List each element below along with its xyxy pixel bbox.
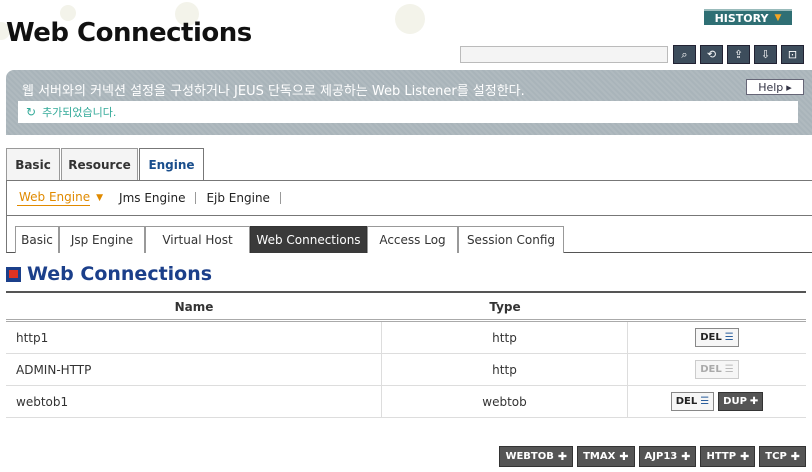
cell-actions: DEL ☰ — [628, 354, 806, 385]
main-tabs: Basic Resource Engine — [6, 148, 205, 181]
cell-name[interactable]: webtob1 — [6, 386, 382, 417]
info-box: 웹 서버와의 커넥션 설정을 구성하거나 JEUS 단독으로 제공하는 Web … — [6, 70, 812, 135]
help-label: Help — [758, 80, 784, 94]
cell-actions: DEL ☰ — [628, 322, 806, 353]
add-http-button[interactable]: HTTP ✚ — [700, 446, 756, 467]
page-description: 웹 서버와의 커넥션 설정을 구성하거나 JEUS 단독으로 제공하는 Web … — [22, 84, 525, 99]
search-icon[interactable]: ⌕ — [673, 45, 696, 64]
table-row: webtob1 webtob DEL ☰ DUP ✚ — [6, 386, 806, 418]
add-tcp-button[interactable]: TCP ✚ — [759, 446, 806, 467]
table-header: Name Type — [6, 294, 806, 322]
duplicate-button[interactable]: DUP ✚ — [718, 392, 764, 411]
search-input[interactable] — [460, 46, 668, 63]
add-tmax-button[interactable]: TMAX ✚ — [577, 446, 635, 467]
subtab-virtual-host[interactable]: Virtual Host — [145, 226, 250, 253]
import-xml-icon[interactable]: ⇩ — [754, 45, 777, 64]
add-webtob-button[interactable]: WEBTOB ✚ — [499, 446, 574, 467]
plus-icon: ✚ — [557, 450, 568, 463]
page-title: Web Connections — [6, 18, 252, 48]
cell-type: webtob — [382, 386, 628, 417]
tab-resource[interactable]: Resource — [61, 148, 138, 180]
status-message: 추가되었습니다. — [42, 106, 117, 119]
add-ajp13-button[interactable]: AJP13 ✚ — [638, 446, 697, 467]
lock-icon[interactable]: ⊡ — [781, 45, 804, 64]
column-header-type: Type — [489, 299, 521, 314]
divider — [279, 192, 281, 204]
help-button[interactable]: Help ▸ — [746, 79, 804, 95]
decoration — [395, 4, 425, 34]
subtab-basic[interactable]: Basic — [15, 226, 59, 253]
add-http-label: HTTP — [706, 451, 737, 462]
plus-icon: ✚ — [790, 450, 800, 463]
cell-type: http — [382, 322, 628, 353]
stack-icon: ☰ — [724, 332, 734, 343]
cell-name[interactable]: http1 — [6, 322, 382, 353]
table-row: ADMIN-HTTP http DEL ☰ — [6, 354, 806, 386]
help-icon: ▸ — [786, 80, 792, 94]
cell-type: http — [382, 354, 628, 385]
delete-button[interactable]: DEL ☰ — [670, 392, 715, 411]
history-button[interactable]: HISTORY ▼ — [704, 9, 792, 25]
add-connection-buttons: WEBTOB ✚ TMAX ✚ AJP13 ✚ HTTP ✚ TCP ✚ — [499, 446, 806, 467]
tab-basic[interactable]: Basic — [6, 148, 60, 180]
engine-nav: Web Engine ▼ Jms Engine Ejb Engine — [6, 180, 812, 216]
sub-tabs: Basic Jsp Engine Virtual Host Web Connec… — [6, 216, 812, 253]
column-header-name: Name — [174, 299, 214, 314]
add-tcp-label: TCP — [765, 451, 787, 462]
stack-icon: ☰ — [700, 396, 710, 407]
plus-icon: ✚ — [681, 450, 691, 463]
connections-table: Name Type http1 http DEL ☰ ADMIN-HTTP ht… — [6, 294, 806, 418]
export-xml-icon[interactable]: ⇪ — [727, 45, 750, 64]
add-ajp13-label: AJP13 — [644, 451, 678, 462]
tab-engine[interactable]: Engine — [139, 148, 204, 181]
delete-button[interactable]: DEL ☰ — [695, 328, 739, 347]
section-icon — [6, 266, 21, 282]
column-header-actions — [628, 294, 806, 319]
toolbar: ⌕ ⟲ ⇪ ⇩ ⊡ — [673, 45, 804, 64]
delete-label: DEL — [700, 332, 722, 343]
nav-web-engine[interactable]: Web Engine — [17, 190, 91, 206]
duplicate-label: DUP — [723, 396, 747, 407]
cell-name[interactable]: ADMIN-HTTP — [6, 354, 382, 385]
chevron-down-icon: ▼ — [774, 13, 782, 23]
refresh-status-icon: ↻ — [26, 105, 37, 119]
nav-jms-engine[interactable]: Jms Engine — [109, 191, 195, 205]
subtab-access-log[interactable]: Access Log — [367, 226, 458, 253]
delete-label: DEL — [675, 396, 698, 407]
status-message-bar: ↻ 추가되었습니다. — [18, 101, 798, 123]
subtab-session-config[interactable]: Session Config — [458, 226, 564, 253]
section-header: Web Connections — [6, 263, 212, 285]
refresh-icon[interactable]: ⟲ — [700, 45, 723, 64]
section-divider — [6, 291, 806, 293]
cell-actions: DEL ☰ DUP ✚ — [628, 386, 806, 417]
plus-icon: ✚ — [749, 396, 759, 407]
plus-icon: ✚ — [619, 450, 629, 463]
chevron-down-icon: ▼ — [96, 193, 104, 203]
delete-button: DEL ☰ — [695, 360, 739, 379]
add-tmax-label: TMAX — [583, 451, 616, 462]
nav-ejb-engine[interactable]: Ejb Engine — [196, 191, 279, 205]
delete-label: DEL — [700, 364, 722, 375]
stack-icon: ☰ — [724, 364, 734, 375]
subtab-web-connections[interactable]: Web Connections — [250, 226, 367, 253]
table-row: http1 http DEL ☰ — [6, 322, 806, 354]
history-label: HISTORY — [714, 11, 769, 25]
section-title: Web Connections — [27, 263, 213, 285]
add-webtob-label: WEBTOB — [505, 451, 554, 462]
plus-icon: ✚ — [740, 450, 750, 463]
subtab-jsp-engine[interactable]: Jsp Engine — [59, 226, 145, 253]
